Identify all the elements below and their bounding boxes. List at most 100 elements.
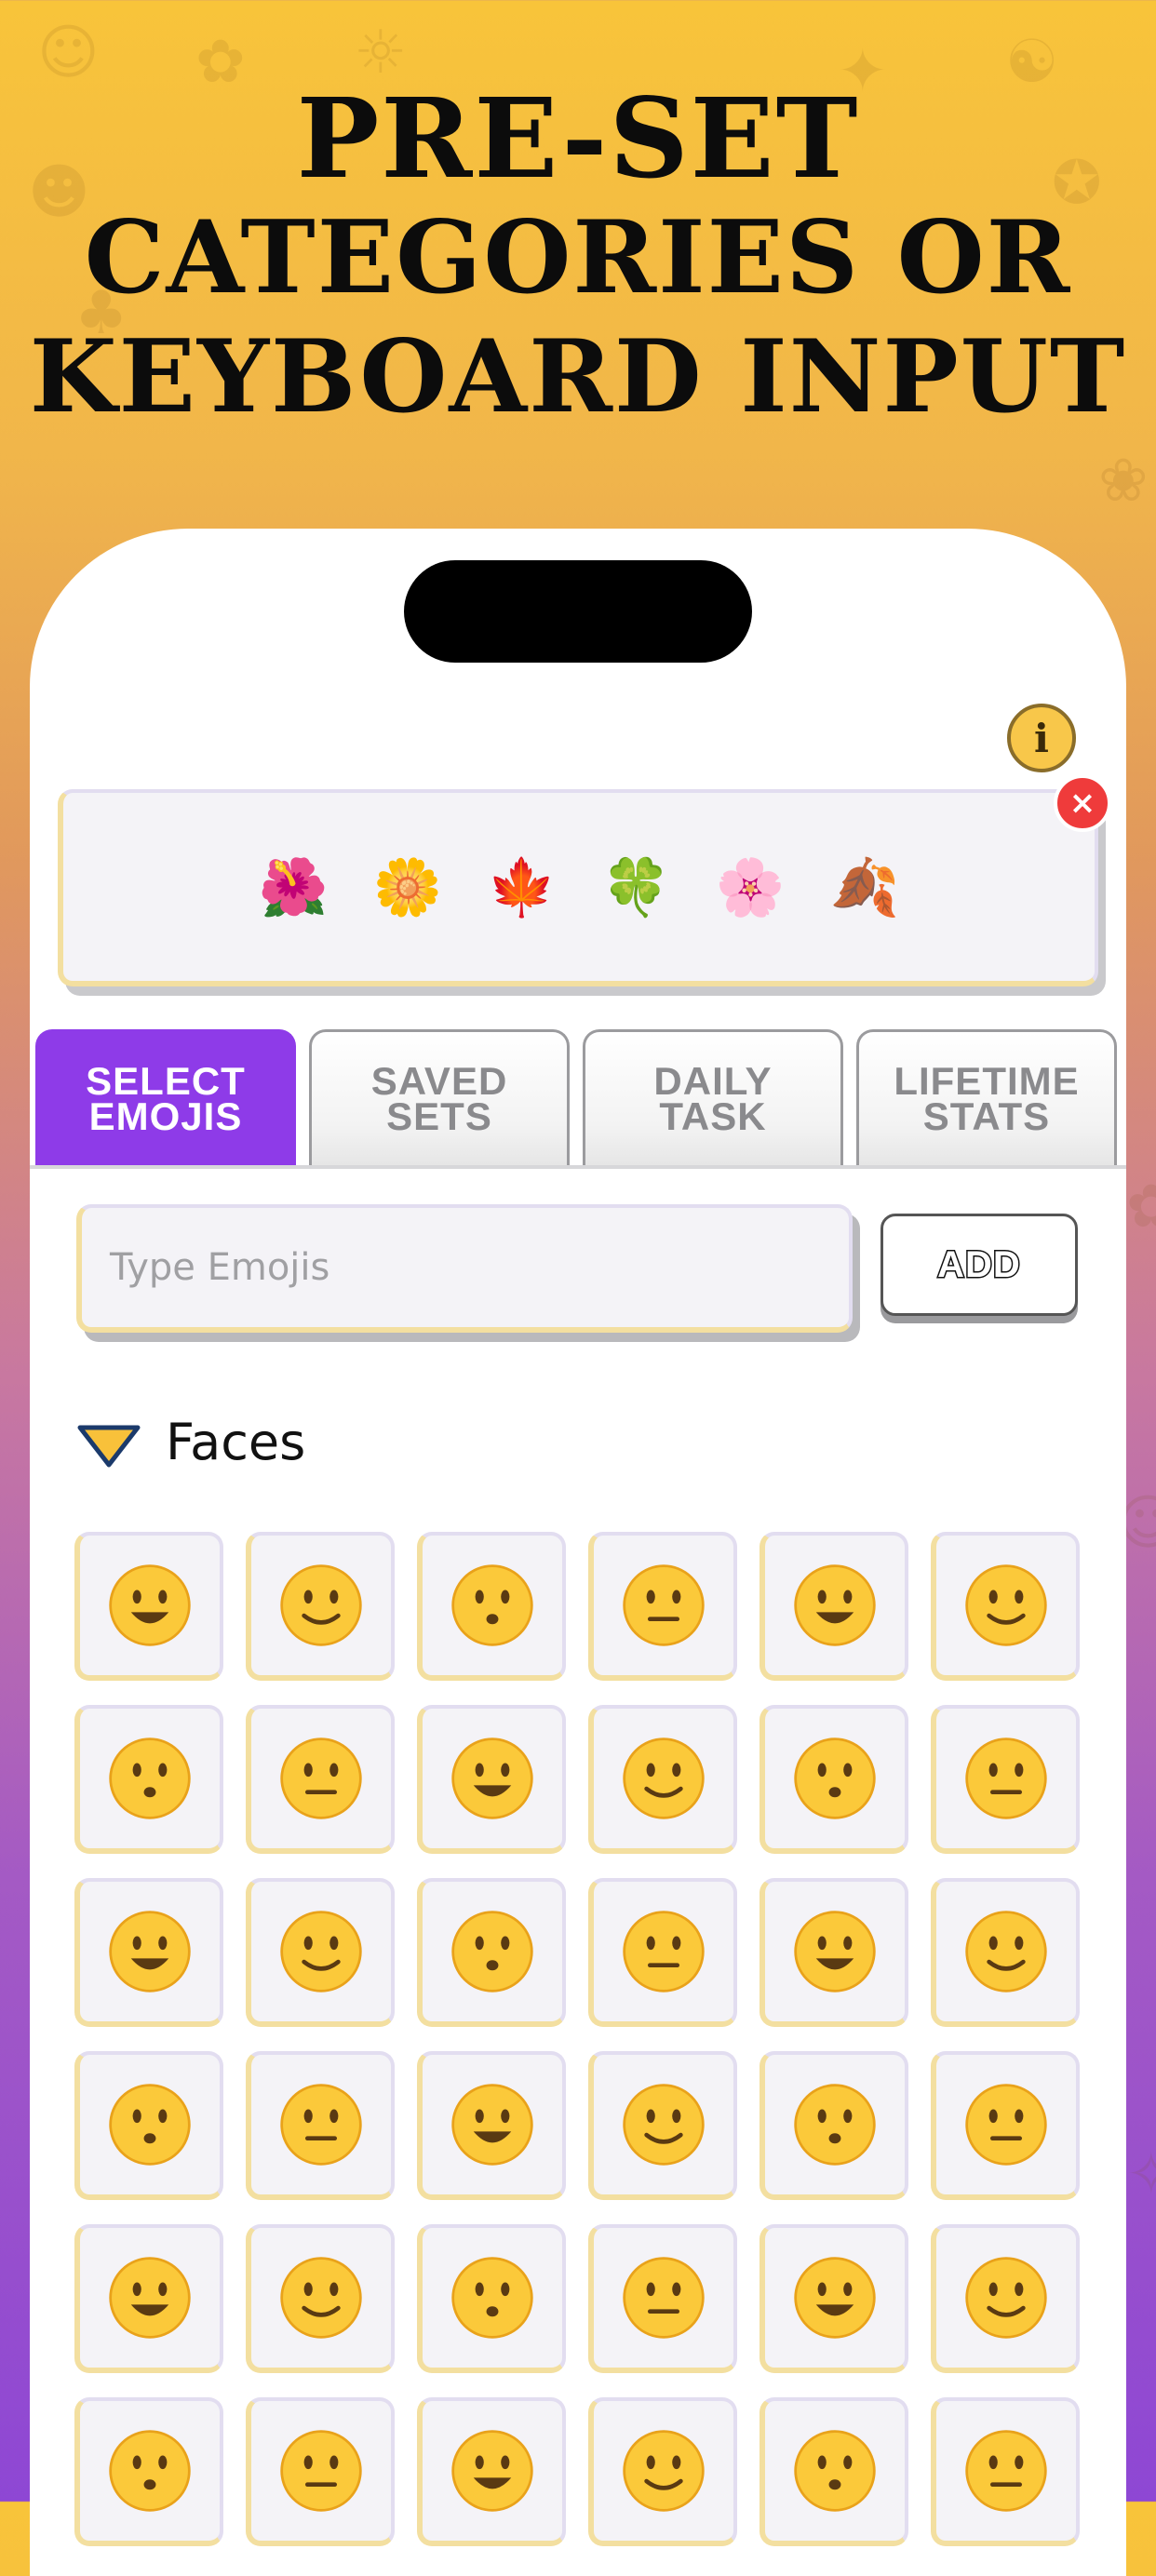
tab-label: LIFETIME STATS — [894, 1058, 1080, 1138]
emoji-cell[interactable]: 😛 — [931, 2051, 1080, 2200]
selected-emoji[interactable]: 🍂 — [829, 854, 899, 920]
emoji-face-icon: 🤑 — [623, 2257, 705, 2339]
add-button-label: ADD — [936, 1242, 1022, 1286]
tab-divider — [30, 1165, 1126, 1169]
emoji-face-icon: 😉 — [794, 1737, 876, 1819]
tab-select-emojis[interactable]: SELECT EMOJIS — [35, 1029, 296, 1165]
emoji-cell[interactable]: 😄 — [417, 1532, 566, 1681]
tab-label: SAVED SETS — [370, 1058, 508, 1138]
selected-emoji[interactable]: 🌺 — [259, 854, 329, 920]
emoji-cell[interactable]: 🤣 — [74, 1705, 223, 1854]
emoji-face-icon: 🤨 — [623, 2430, 705, 2512]
selected-emoji[interactable]: 🍁 — [487, 854, 557, 920]
emoji-face-icon: 🤭 — [965, 2257, 1047, 2339]
tab-lifetime-stats[interactable]: LIFETIME STATS — [856, 1029, 1117, 1165]
emoji-cell[interactable]: 😚 — [246, 2051, 395, 2200]
emoji-cell[interactable]: 🤗 — [759, 2224, 908, 2373]
emoji-cell[interactable]: 🤩 — [588, 1878, 737, 2027]
triangle-down-icon[interactable] — [76, 1422, 141, 1469]
emoji-cell[interactable]: 😋 — [759, 2051, 908, 2200]
emoji-face-icon: 😆 — [794, 1564, 876, 1646]
emoji-face-icon: 😑 — [965, 2430, 1047, 2512]
emoji-cell[interactable]: 😉 — [759, 1705, 908, 1854]
clear-selection-button[interactable]: × — [1054, 774, 1111, 832]
emoji-cell[interactable]: 😅 — [931, 1532, 1080, 1681]
emoji-cell[interactable]: 😍 — [417, 1878, 566, 2027]
emoji-cell[interactable]: 🤭 — [931, 2224, 1080, 2373]
emoji-face-icon: 😜 — [109, 2257, 191, 2339]
emoji-face-icon: 😇 — [109, 1911, 191, 1992]
emoji-face-icon: 😂 — [280, 1737, 362, 1819]
emoji-cell[interactable]: 😆 — [759, 1532, 908, 1681]
emoji-cell[interactable]: 😑 — [931, 2397, 1080, 2546]
emoji-face-icon: 😐 — [794, 2430, 876, 2512]
emoji-face-icon: 🙂 — [451, 1737, 533, 1819]
headline-line-1: PRE-SET — [296, 74, 860, 203]
emoji-face-icon: 😙 — [451, 2084, 533, 2166]
emoji-face-icon: 😋 — [794, 2084, 876, 2166]
emoji-face-icon: 🤐 — [451, 2430, 533, 2512]
emoji-face-icon: 😘 — [794, 1911, 876, 1992]
headline: PRE-SET CATEGORIES OR KEYBOARD INPUT — [0, 79, 1156, 436]
selected-emoji[interactable]: 🌼 — [373, 854, 443, 920]
headline-line-2: CATEGORIES OR — [84, 199, 1072, 316]
emoji-cell[interactable]: 😊 — [931, 1705, 1080, 1854]
emoji-text-input[interactable]: Type Emojis — [76, 1204, 853, 1333]
emoji-face-icon: 😀 — [109, 1564, 191, 1646]
emoji-face-icon: 🤗 — [794, 2257, 876, 2339]
emoji-face-icon: 🥰 — [280, 1911, 362, 1992]
phone-frame: i 🌺 🌼 🍁 🍀 🌸 🍂 × SELECT EMOJIS SAVED SETS DAIL… — [30, 529, 1126, 2576]
emoji-cell[interactable]: 🤪 — [246, 2224, 395, 2373]
emoji-cell[interactable]: 😐 — [759, 2397, 908, 2546]
emoji-cell[interactable]: 🥰 — [246, 1878, 395, 2027]
tab-label: SELECT EMOJIS — [86, 1058, 246, 1138]
emoji-face-icon: 🙃 — [623, 1737, 705, 1819]
selected-emoji[interactable]: 🍀 — [601, 854, 671, 920]
emoji-cell[interactable]: 😘 — [759, 1878, 908, 2027]
emoji-cell[interactable]: 🤔 — [246, 2397, 395, 2546]
emoji-face-icon: 😅 — [965, 1564, 1047, 1646]
emoji-cell[interactable]: 🤨 — [588, 2397, 737, 2546]
emoji-cell[interactable]: 😙 — [417, 2051, 566, 2200]
emoji-face-icon: 😁 — [623, 1564, 705, 1646]
emoji-face-icon: 😍 — [451, 1911, 533, 1992]
emoji-face-icon: 😄 — [451, 1564, 533, 1646]
emoji-cell[interactable]: 🙃 — [588, 1705, 737, 1854]
selected-emoji[interactable]: 🌸 — [716, 854, 786, 920]
emoji-cell[interactable]: 😝 — [417, 2224, 566, 2373]
emoji-face-icon: 😊 — [965, 1737, 1047, 1819]
headline-line-3: KEYBOARD INPUT — [29, 318, 1127, 436]
tab-daily-task[interactable]: DAILY TASK — [583, 1029, 843, 1165]
emoji-face-icon: 😃 — [280, 1564, 362, 1646]
emoji-face-icon: 🤣 — [109, 1737, 191, 1819]
emoji-cell[interactable]: 🙂 — [417, 1705, 566, 1854]
tab-bar: SELECT EMOJIS SAVED SETS DAILY TASK LIFE… — [35, 1029, 1121, 1165]
emoji-cell[interactable]: 😜 — [74, 2224, 223, 2373]
close-icon: × — [1069, 785, 1096, 822]
emoji-cell[interactable]: 🤫 — [74, 2397, 223, 2546]
emoji-face-icon: 😚 — [280, 2084, 362, 2166]
selected-emojis-tray: 🌺 🌼 🍁 🍀 🌸 🍂 — [58, 789, 1098, 986]
tab-saved-sets[interactable]: SAVED SETS — [309, 1029, 570, 1165]
emoji-face-icon: 🤔 — [280, 2430, 362, 2512]
emoji-cell[interactable]: 🤑 — [588, 2224, 737, 2373]
emoji-face-icon: 🤩 — [623, 1911, 705, 1992]
emoji-cell[interactable]: 🥲 — [588, 2051, 737, 2200]
emoji-cell[interactable]: 😇 — [74, 1878, 223, 2027]
emoji-cell[interactable]: 🤐 — [417, 2397, 566, 2546]
add-button[interactable]: ADD — [880, 1214, 1078, 1316]
emoji-face-icon: 🤫 — [109, 2430, 191, 2512]
emoji-cell[interactable]: 😁 — [588, 1532, 737, 1681]
info-button[interactable]: i — [1007, 704, 1076, 772]
emoji-face-icon: 😗 — [965, 1911, 1047, 1992]
tab-label: DAILY TASK — [653, 1058, 773, 1138]
category-title: Faces — [166, 1413, 306, 1471]
emoji-grid: 😀 😃 😄 😁 😆 😅 🤣 😂 🙂 🙃 😉 😊 😇 🥰 😍 🤩 😘 😗 ☺️ 😚 😙 🥲 😋 😛 😜 🤪 😝 🤑 🤗 🤭 🤫 🤔 🤐 🤨 😐 😑 — [74, 1532, 1102, 2546]
emoji-cell[interactable]: 😀 — [74, 1532, 223, 1681]
emoji-input-placeholder: Type Emojis — [110, 1246, 330, 1289]
emoji-cell[interactable]: 😃 — [246, 1532, 395, 1681]
emoji-cell[interactable]: 😂 — [246, 1705, 395, 1854]
emoji-face-icon: 🤪 — [280, 2257, 362, 2339]
emoji-cell[interactable]: ☺️ — [74, 2051, 223, 2200]
emoji-cell[interactable]: 😗 — [931, 1878, 1080, 2027]
